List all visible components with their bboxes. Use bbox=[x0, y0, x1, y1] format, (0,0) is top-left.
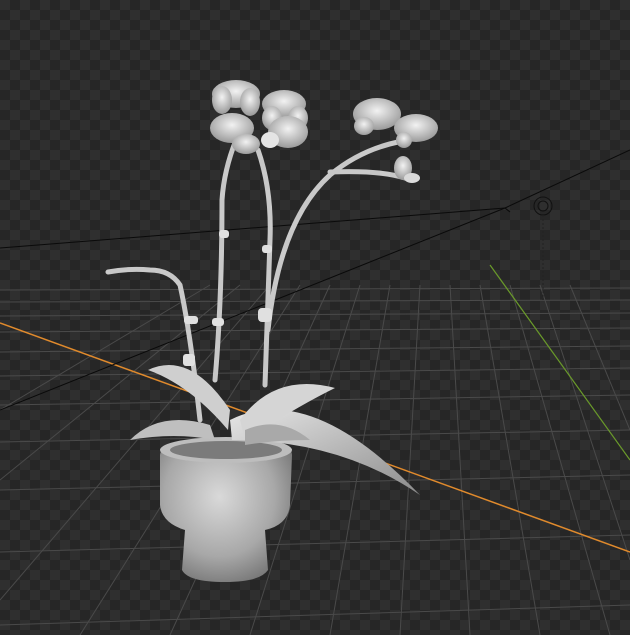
flowers bbox=[210, 80, 438, 183]
viewport-scene[interactable] bbox=[0, 0, 630, 635]
y-axis-line bbox=[489, 264, 630, 461]
pot bbox=[160, 437, 292, 582]
flower bbox=[210, 113, 260, 154]
flower bbox=[353, 98, 401, 135]
3d-viewport[interactable] bbox=[0, 0, 630, 635]
light-object[interactable] bbox=[533, 196, 553, 300]
floor-grid bbox=[0, 284, 630, 635]
flower-bud bbox=[394, 156, 420, 183]
flower bbox=[212, 80, 260, 116]
flower bbox=[394, 114, 438, 148]
